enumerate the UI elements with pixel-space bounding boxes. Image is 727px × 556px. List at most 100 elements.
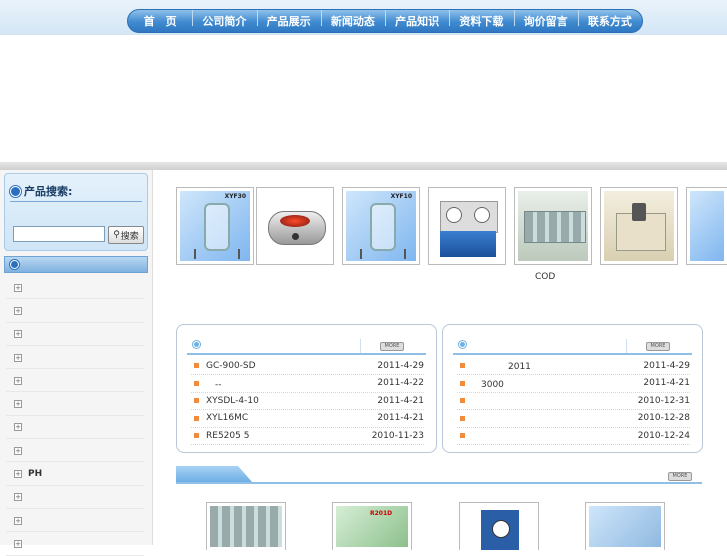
pump-base-shape <box>440 231 496 257</box>
expand-plus-icon[interactable]: + <box>14 400 22 409</box>
product-thumb-partial[interactable] <box>686 187 727 265</box>
expand-plus-icon[interactable]: + <box>14 470 22 479</box>
news-row[interactable]: 2011 2011-4-29 <box>457 357 690 375</box>
news-title[interactable]: 2011 <box>472 359 643 372</box>
divider <box>10 201 142 202</box>
news-date: 2011-4-21 <box>643 378 690 388</box>
nav-products[interactable]: 产品展示 <box>256 10 321 29</box>
news-date: 2010-11-23 <box>371 430 424 441</box>
news-title[interactable]: GC-900-SD <box>206 361 377 371</box>
bullet-square-icon <box>194 380 199 386</box>
nav-contact[interactable]: 联系方式 <box>577 10 642 29</box>
section-tab <box>176 466 252 482</box>
news-row[interactable]: 2010-12-28 <box>457 410 690 428</box>
product-thumb-cod-digester[interactable] <box>514 187 592 265</box>
news-row[interactable]: -- 2011-4-22 <box>191 375 424 393</box>
more-button[interactable]: MORE <box>646 342 670 351</box>
digester-block-shape <box>524 211 586 243</box>
gauge-icon <box>446 207 462 223</box>
product-thumb-reactor-xyf30[interactable]: XYF30 <box>176 187 254 265</box>
sidebar: 产品搜索: ⚲ 搜索 + + + + + + + + + PH + + + <box>0 170 153 556</box>
expand-plus-icon[interactable]: + <box>14 423 22 432</box>
expand-plus-icon[interactable]: + <box>14 539 22 548</box>
nav-about[interactable]: 公司简介 <box>192 10 256 29</box>
category-item[interactable]: + <box>0 346 150 370</box>
product-thumb-instrument[interactable] <box>600 187 678 265</box>
expand-plus-icon[interactable]: + <box>14 446 22 455</box>
expand-plus-icon[interactable]: + <box>14 516 22 525</box>
news-date: 2011-4-29 <box>377 360 424 371</box>
reactor-stand-shape <box>360 249 406 259</box>
nav-inquiry[interactable]: 询价留言 <box>513 10 578 29</box>
news-row[interactable]: GC-900-SD 2011-4-29 <box>191 357 424 375</box>
nav-home[interactable]: 首 页 <box>128 13 192 29</box>
news-title[interactable]: RE5205 5 <box>206 431 372 441</box>
news-row[interactable]: RE5205 5 2010-11-23 <box>191 427 424 445</box>
news-row[interactable]: XYSDL-4-10 2011-4-21 <box>191 392 424 410</box>
main-nav: 首 页 公司简介 产品展示 新闻动态 产品知识 资料下载 询价留言 联系方式 <box>127 9 643 33</box>
lower-product-thumb[interactable] <box>459 502 539 550</box>
gauge-icon <box>492 520 510 538</box>
category-item[interactable]: + <box>0 532 150 556</box>
news-title[interactable]: 3000 <box>472 377 643 390</box>
category-item[interactable]: + <box>0 392 150 417</box>
news-panel-left: MORE GC-900-SD 2011-4-29 -- 2011-4-22 XYSD… <box>176 324 437 453</box>
news-date: 2011-4-21 <box>377 413 424 423</box>
lower-product-thumb[interactable] <box>206 502 286 550</box>
reactor-stand-shape <box>194 249 240 259</box>
bullet-square-icon <box>194 415 199 421</box>
nav-news[interactable]: 新闻动态 <box>320 10 385 29</box>
bullet-circle-icon <box>459 341 466 348</box>
category-item[interactable]: + <box>0 486 150 510</box>
search-input[interactable] <box>13 226 105 242</box>
bullet-square-icon <box>194 363 199 368</box>
expand-plus-icon[interactable]: + <box>14 493 22 502</box>
product-thumb-hotplate[interactable] <box>256 187 334 265</box>
lower-product-thumb[interactable]: R201D <box>332 502 412 550</box>
digester-block-shape <box>210 506 282 547</box>
news-title[interactable]: XYL16MC <box>206 413 377 423</box>
expand-plus-icon[interactable]: + <box>14 376 22 385</box>
category-item[interactable]: + <box>0 509 150 533</box>
search-button-label: 搜索 <box>120 231 139 242</box>
panel-header: MORE <box>187 339 426 355</box>
category-item[interactable]: + <box>0 416 150 440</box>
vacuum-pump-shape <box>463 506 535 550</box>
product-thumb-reactor-xyf10[interactable]: XYF10 <box>342 187 420 265</box>
more-button[interactable]: MORE <box>668 472 692 481</box>
news-date: 2010-12-31 <box>637 395 690 406</box>
product-thumb-label: R201D <box>370 510 393 517</box>
news-row[interactable]: 3000 2011-4-21 <box>457 375 690 393</box>
category-item[interactable]: + <box>0 369 150 393</box>
gauge-icon <box>474 207 490 223</box>
expand-plus-icon[interactable]: + <box>14 306 22 315</box>
bullet-square-icon <box>460 398 465 403</box>
news-row[interactable]: XYL16MC 2011-4-21 <box>191 410 424 428</box>
divider <box>360 339 361 353</box>
category-item[interactable]: + <box>0 323 150 347</box>
news-row[interactable]: 2010-12-31 <box>457 392 690 410</box>
expand-plus-icon[interactable]: + <box>14 283 22 292</box>
search-button[interactable]: ⚲ 搜索 <box>108 226 144 244</box>
expand-plus-icon[interactable]: + <box>14 330 22 339</box>
news-title[interactable]: XYSDL-4-10 <box>206 396 377 406</box>
category-item[interactable]: + <box>0 439 150 463</box>
expand-plus-icon[interactable]: + <box>14 353 22 362</box>
category-item[interactable]: + <box>0 276 150 300</box>
category-header <box>4 256 148 273</box>
bullet-circle-icon <box>10 260 19 269</box>
news-row[interactable]: 2010-12-24 <box>457 427 690 445</box>
lower-product-thumb[interactable] <box>585 502 665 550</box>
nav-downloads[interactable]: 资料下载 <box>449 10 513 29</box>
lower-section-header: MORE <box>176 466 702 484</box>
more-button[interactable]: MORE <box>380 342 404 351</box>
news-title[interactable]: -- <box>206 377 377 390</box>
bullet-square-icon <box>460 433 465 438</box>
news-date: 2010-12-28 <box>637 413 690 423</box>
product-thumb-vacuum-pump[interactable] <box>428 187 506 265</box>
category-item[interactable]: + <box>0 299 150 323</box>
nav-knowledge[interactable]: 产品知识 <box>385 10 449 29</box>
news-panel-right: MORE 2011 2011-4-29 3000 2011-4-21 2010-12… <box>442 324 703 453</box>
category-item[interactable]: + PH <box>0 462 150 486</box>
category-label: PH <box>28 469 43 480</box>
